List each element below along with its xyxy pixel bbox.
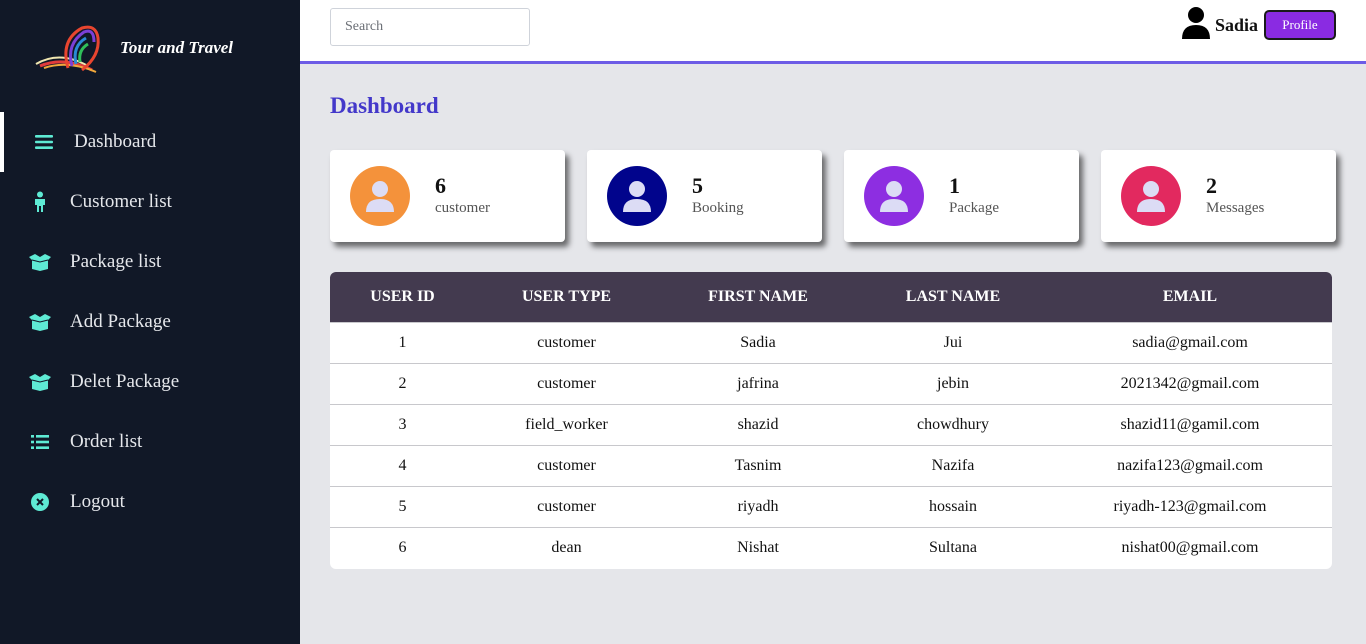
cell-user-type: customer bbox=[537, 333, 596, 351]
stat-card-package[interactable]: 1 Package bbox=[844, 150, 1079, 242]
column-header[interactable]: USER ID bbox=[330, 272, 475, 322]
sidebar: Tour and Travel Dashboard Customer list … bbox=[0, 0, 300, 644]
stat-value: 5 bbox=[692, 173, 703, 198]
sidebar-item-label: Delet Package bbox=[70, 371, 180, 392]
brand-name: Tour and Travel bbox=[120, 38, 234, 57]
cell-email: nishat00@gmail.com bbox=[1121, 538, 1259, 556]
person-icon bbox=[28, 190, 52, 214]
cell-last-name: Sultana bbox=[929, 538, 977, 556]
sidebar-item-dashboard[interactable]: Dashboard bbox=[0, 112, 300, 172]
sidebar-item-customer-list[interactable]: Customer list bbox=[0, 172, 300, 232]
cell-last-name: Nazifa bbox=[931, 456, 975, 474]
stat-label: Messages bbox=[1206, 200, 1265, 216]
column-header[interactable]: FIRST NAME bbox=[658, 272, 858, 322]
sidebar-item-package-list[interactable]: Package list bbox=[0, 232, 300, 292]
cell-first-name: shazid bbox=[737, 415, 779, 433]
sidebar-item-label: Customer list bbox=[70, 191, 172, 212]
cell-first-name: Tasnim bbox=[734, 456, 782, 474]
cell-user-type: customer bbox=[537, 497, 596, 515]
users-table: USER ID USER TYPE FIRST NAME LAST NAME E… bbox=[330, 272, 1332, 569]
cell-last-name: Jui bbox=[943, 333, 963, 351]
table-row[interactable]: 1 customer Sadia Jui sadia@gmail.com bbox=[330, 322, 1332, 363]
user-avatar-icon bbox=[607, 166, 667, 226]
stat-value: 1 bbox=[949, 173, 960, 198]
cell-first-name: Nishat bbox=[737, 538, 779, 556]
sidebar-item-label: Logout bbox=[70, 491, 125, 512]
sidebar-item-label: Order list bbox=[70, 431, 143, 452]
sidebar-item-label: Package list bbox=[70, 251, 162, 272]
stat-label: customer bbox=[435, 200, 490, 216]
user-avatar-icon bbox=[1181, 6, 1211, 45]
sidebar-item-label: Dashboard bbox=[74, 131, 157, 152]
stat-card-messages[interactable]: 2 Messages bbox=[1101, 150, 1336, 242]
cell-user-id: 4 bbox=[398, 456, 407, 474]
profile-button[interactable]: Profile bbox=[1264, 10, 1336, 40]
page-title: Dashboard bbox=[330, 93, 439, 118]
column-header[interactable]: LAST NAME bbox=[858, 272, 1048, 322]
sidebar-item-delet-package[interactable]: Delet Package bbox=[0, 352, 300, 412]
stat-value: 6 bbox=[435, 173, 446, 198]
cell-last-name: hossain bbox=[929, 497, 977, 515]
table-row[interactable]: 6 dean Nishat Sultana nishat00@gmail.com bbox=[330, 527, 1332, 568]
box-icon bbox=[28, 370, 52, 394]
cell-last-name: chowdhury bbox=[917, 415, 989, 433]
cell-user-id: 6 bbox=[398, 538, 407, 556]
user-avatar-icon bbox=[864, 166, 924, 226]
cell-email: 2021342@gmail.com bbox=[1120, 374, 1260, 392]
user-avatar-icon bbox=[350, 166, 410, 226]
cell-email: riyadh-123@gmail.com bbox=[1113, 497, 1267, 515]
search-input[interactable] bbox=[330, 8, 530, 46]
table-row[interactable]: 5 customer riyadh hossain riyadh-123@gma… bbox=[330, 486, 1332, 527]
user-avatar-icon bbox=[1121, 166, 1181, 226]
stat-label: Package bbox=[949, 200, 999, 216]
cell-user-type: customer bbox=[537, 456, 596, 474]
cell-email: shazid11@gamil.com bbox=[1120, 415, 1260, 433]
list-icon bbox=[28, 430, 52, 454]
table-header-row: USER ID USER TYPE FIRST NAME LAST NAME E… bbox=[330, 272, 1332, 322]
stat-cards: 6 customer 5 Booking 1 Package 2 Message… bbox=[330, 150, 1336, 242]
stat-card-booking[interactable]: 5 Booking bbox=[587, 150, 822, 242]
box-icon bbox=[28, 310, 52, 334]
brand[interactable]: Tour and Travel bbox=[30, 20, 270, 76]
column-header[interactable]: EMAIL bbox=[1048, 272, 1332, 322]
sidebar-item-label: Add Package bbox=[70, 311, 171, 332]
table-row[interactable]: 4 customer Tasnim Nazifa nazifa123@gmail… bbox=[330, 445, 1332, 486]
column-header[interactable]: USER TYPE bbox=[475, 272, 658, 322]
box-icon bbox=[28, 250, 52, 274]
cell-email: sadia@gmail.com bbox=[1132, 333, 1248, 351]
user-area: Sadia Profile bbox=[1181, 6, 1336, 45]
topbar: Sadia Profile bbox=[300, 0, 1366, 64]
cell-first-name: riyadh bbox=[737, 497, 779, 515]
stat-value: 2 bbox=[1206, 173, 1217, 198]
table-row[interactable]: 3 field_worker shazid chowdhury shazid11… bbox=[330, 404, 1332, 445]
logo-icon bbox=[35, 25, 100, 73]
table-row[interactable]: 2 customer jafrina jebin 2021342@gmail.c… bbox=[330, 363, 1332, 404]
cell-last-name: jebin bbox=[937, 374, 969, 392]
hamburger-icon bbox=[32, 130, 56, 154]
sidebar-item-logout[interactable]: Logout bbox=[0, 472, 300, 532]
cell-user-id: 5 bbox=[398, 497, 407, 515]
cell-first-name: jafrina bbox=[737, 374, 779, 392]
cell-user-id: 2 bbox=[398, 374, 407, 392]
cell-user-type: dean bbox=[551, 538, 582, 556]
cell-user-id: 1 bbox=[398, 333, 407, 351]
stat-label: Booking bbox=[692, 200, 744, 216]
stat-card-customer[interactable]: 6 customer bbox=[330, 150, 565, 242]
sidebar-nav: Dashboard Customer list Package list Add… bbox=[0, 112, 300, 532]
sidebar-item-add-package[interactable]: Add Package bbox=[0, 292, 300, 352]
cell-first-name: Sadia bbox=[740, 333, 776, 351]
cell-user-id: 3 bbox=[398, 415, 407, 433]
user-name: Sadia bbox=[1214, 14, 1258, 35]
cell-user-type: customer bbox=[537, 374, 596, 392]
sidebar-item-order-list[interactable]: Order list bbox=[0, 412, 300, 472]
close-circle-icon bbox=[28, 490, 52, 514]
cell-email: nazifa123@gmail.com bbox=[1117, 456, 1263, 474]
cell-user-type: field_worker bbox=[525, 415, 608, 433]
